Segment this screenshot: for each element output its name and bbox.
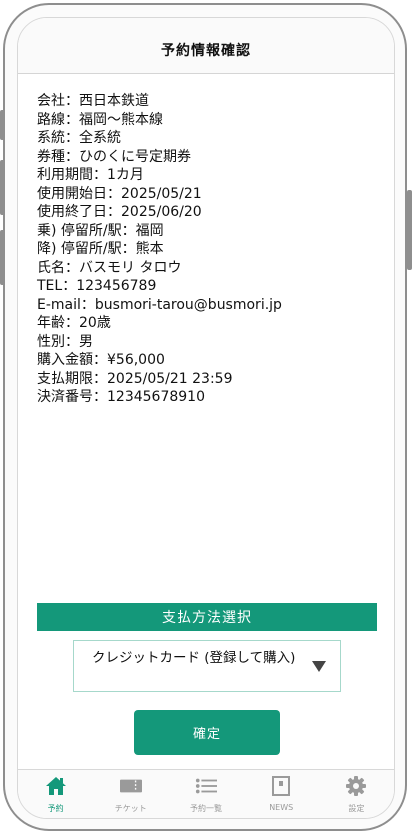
- header: 予約情報確認: [18, 18, 394, 74]
- page-title: 予約情報確認: [161, 43, 251, 59]
- list-icon: [195, 776, 217, 796]
- info-boarding-stop: 乗) 停留所/駅：福岡: [37, 222, 164, 239]
- info-start-date: 使用開始日：2025/05/21: [37, 185, 202, 202]
- payment-method-value: クレジットカード (登録して購入): [92, 650, 296, 666]
- tab-label: NEWS: [269, 803, 294, 812]
- info-email: E-mail：busmori-tarou@busmori.jp: [37, 296, 282, 313]
- dropdown-triangle-icon: [312, 661, 326, 672]
- tab-label: 予約: [47, 804, 64, 813]
- payment-method-section-header: 支払方法選択: [37, 603, 377, 631]
- bottom-tab-bar: 予約 チケット 予約一覧 NEWS 設定: [18, 769, 394, 818]
- info-company: 会社：西日本鉄道: [37, 93, 149, 109]
- info-system: 系統：全系統: [37, 130, 121, 146]
- info-age: 年齢：20歳: [37, 315, 111, 331]
- news-icon: [270, 776, 292, 796]
- info-payment-deadline: 支払期限：2025/05/21 23:59: [37, 370, 233, 387]
- tab-label: 設定: [348, 804, 365, 813]
- info-ticket-type: 券種：ひのくに号定期券: [37, 148, 191, 165]
- info-gender: 性別：男: [37, 333, 93, 350]
- info-settlement-number: 決済番号：12345678910: [37, 389, 205, 405]
- tab-ticket[interactable]: チケット: [93, 770, 168, 818]
- reservation-info: 会社：西日本鉄道 路線：福岡〜熊本線 系統：全系統 券種：ひのくに号定期券 利用…: [18, 74, 394, 407]
- tab-news[interactable]: NEWS: [244, 770, 319, 818]
- info-period: 利用期間：1カ月: [37, 167, 144, 183]
- ticket-icon: [119, 776, 142, 796]
- tab-reservation[interactable]: 予約: [18, 770, 93, 818]
- payment-method-select[interactable]: クレジットカード (登録して購入): [73, 640, 341, 692]
- tab-label: 予約一覧: [190, 804, 222, 813]
- info-alighting-stop: 降) 停留所/駅：熊本: [37, 241, 164, 257]
- phone-side-button-right: [407, 190, 412, 270]
- tab-reservation-list[interactable]: 予約一覧: [168, 770, 243, 818]
- info-route: 路線：福岡〜熊本線: [37, 111, 163, 128]
- confirm-button[interactable]: 確定: [134, 710, 280, 755]
- tab-settings[interactable]: 設定: [319, 770, 394, 818]
- info-name: 氏名：バスモリ タロウ: [37, 259, 182, 276]
- info-amount: 購入金額：¥56,000: [37, 352, 165, 368]
- gear-icon: [345, 776, 367, 796]
- home-icon: [45, 776, 67, 796]
- info-tel: TEL：123456789: [37, 278, 157, 294]
- tab-label: チケット: [114, 804, 147, 813]
- info-end-date: 使用終了日：2025/06/20: [37, 204, 202, 220]
- app-screen: 予約情報確認 会社：西日本鉄道 路線：福岡〜熊本線 系統：全系統 券種：ひのくに…: [17, 17, 395, 819]
